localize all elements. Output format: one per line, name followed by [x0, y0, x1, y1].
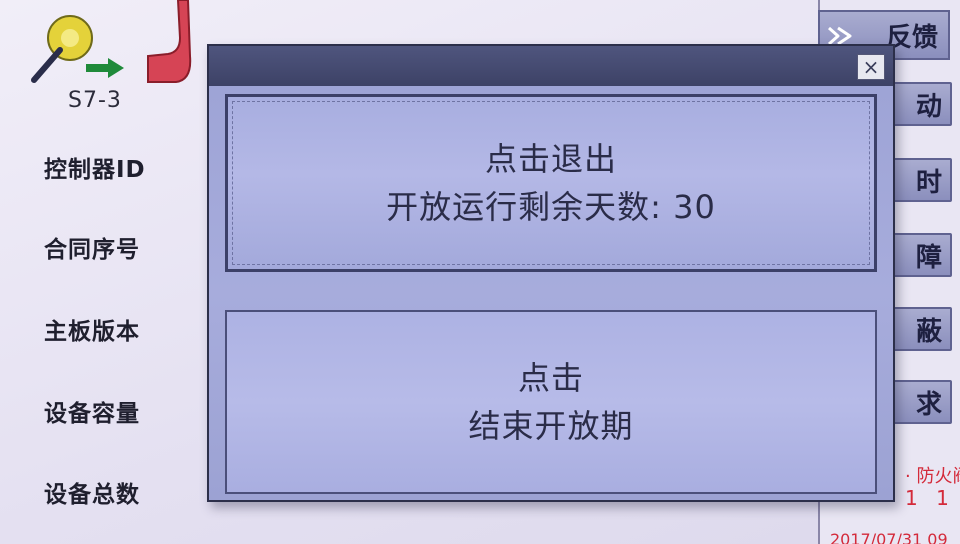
end-button-line1: 点击 — [517, 359, 584, 397]
end-button-line2: 结束开放期 — [468, 407, 634, 445]
fire-damper-status: · 防火阀 — [905, 466, 960, 487]
device-capacity-label: 设备容量 — [44, 401, 140, 427]
device-total-label: 设备总数 — [44, 482, 140, 508]
dialog-titlebar: × — [209, 46, 893, 86]
board-version-label: 主板版本 — [44, 319, 140, 345]
menu-button-request[interactable]: 求 — [890, 380, 952, 424]
exit-button-line1: 点击退出 — [484, 140, 617, 178]
open-period-dialog: × 点击退出 开放运行剩余天数: 30 点击 结束开放期 — [207, 44, 895, 502]
menu-button-shield[interactable]: 蔽 — [890, 307, 952, 351]
menu-button-fault[interactable]: 障 — [890, 233, 952, 277]
controller-id-label: 控制器ID — [44, 157, 146, 183]
remaining-days-text: 开放运行剩余天数: 30 — [386, 188, 716, 226]
menu-button-time[interactable]: 时 — [890, 158, 952, 202]
device-code: S7-3 — [68, 88, 122, 113]
controller-screen: S7-3 控制器ID 合同序号 主板版本 设备容量 设备总数 动 时 障 蔽 求… — [0, 0, 960, 544]
close-icon[interactable]: × — [857, 54, 885, 80]
date-readout: 2017/07/31 09 — [830, 530, 948, 544]
left-info-panel: S7-3 控制器ID 合同序号 主板版本 设备容量 设备总数 — [0, 0, 210, 544]
menu-button-linkage[interactable]: 动 — [890, 82, 952, 126]
end-open-period-button[interactable]: 点击 结束开放期 — [225, 310, 877, 494]
contract-number-label: 合同序号 — [44, 237, 140, 263]
exit-button[interactable]: 点击退出 开放运行剩余天数: 30 — [225, 94, 877, 272]
fire-damper-count: 1 1 — [905, 486, 955, 510]
dialog-body: 点击退出 开放运行剩余天数: 30 点击 结束开放期 — [209, 86, 893, 500]
